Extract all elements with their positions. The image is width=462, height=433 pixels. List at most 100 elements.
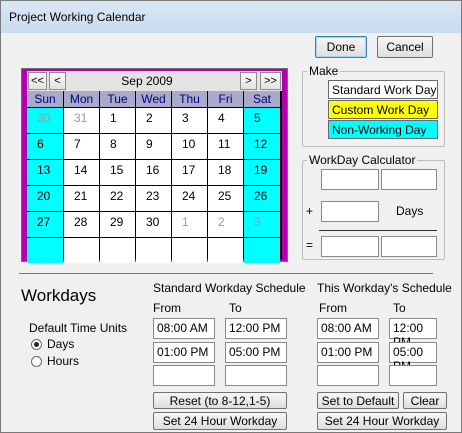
- calendar-day[interactable]: 21: [64, 186, 99, 211]
- standard-schedule-title: Standard Workday Schedule: [153, 281, 306, 295]
- standard-to-3[interactable]: [225, 365, 287, 386]
- calendar-empty-cell[interactable]: [136, 238, 171, 263]
- calendar-empty-cell[interactable]: [100, 238, 135, 263]
- calendar-day[interactable]: 18: [208, 160, 243, 185]
- calendar-day[interactable]: 9: [136, 134, 171, 159]
- calendar-empty-cell[interactable]: [172, 238, 207, 263]
- section-divider: [19, 273, 433, 274]
- calendar-day[interactable]: 2: [136, 108, 171, 133]
- this-from-1[interactable]: 08:00 AM: [317, 318, 379, 339]
- calendar-empty-cell[interactable]: [27, 238, 63, 263]
- calendar-day[interactable]: 4: [208, 108, 243, 133]
- standard-to-2[interactable]: 05:00 PM: [225, 342, 287, 363]
- calendar-grid: Sun Mon Tue Wed Thu Fri Sat 30 31 1 2 3 4 5 6 7 8 9 10 11 12…: [27, 91, 282, 263]
- days-radio[interactable]: [31, 339, 42, 350]
- default-time-units-label: Default Time Units: [29, 321, 128, 335]
- calendar-day[interactable]: 17: [172, 160, 207, 185]
- calendar-day[interactable]: 16: [136, 160, 171, 185]
- weekday-header: Mon: [64, 91, 99, 107]
- calendar-day[interactable]: 6: [27, 134, 63, 159]
- standard-set-24-hour-button[interactable]: Set 24 Hour Workday: [153, 412, 287, 430]
- window-title: Project Working Calendar: [9, 10, 146, 24]
- calendar-day[interactable]: 1: [100, 108, 135, 133]
- this-from-2[interactable]: 01:00 PM: [317, 342, 379, 363]
- first-month-button[interactable]: <<: [28, 72, 47, 90]
- this-to-1[interactable]: 12:00 PM: [389, 318, 437, 349]
- calc-start-time-field[interactable]: [381, 169, 437, 190]
- done-button[interactable]: Done: [315, 36, 367, 58]
- calendar-day[interactable]: 3: [244, 212, 280, 237]
- calendar-day[interactable]: 27: [27, 212, 63, 237]
- calendar-day[interactable]: 15: [100, 160, 135, 185]
- non-working-day-button[interactable]: Non-Working Day: [328, 120, 438, 139]
- standard-from-3[interactable]: [153, 365, 215, 386]
- calendar-day[interactable]: 7: [64, 134, 99, 159]
- weekday-header: Sat: [244, 91, 280, 107]
- make-group-label: Make: [307, 64, 341, 78]
- calendar-day[interactable]: 22: [100, 186, 135, 211]
- calendar-day[interactable]: 10: [172, 134, 207, 159]
- clear-button[interactable]: Clear: [403, 392, 447, 409]
- calendar-day[interactable]: 23: [136, 186, 171, 211]
- calendar-day[interactable]: 26: [244, 186, 280, 211]
- this-from-label: From: [319, 301, 347, 315]
- calendar-day[interactable]: 12: [244, 134, 280, 159]
- weekday-header: Wed: [136, 91, 171, 107]
- next-month-button[interactable]: >: [240, 72, 257, 90]
- days-radio-label: Days: [47, 337, 75, 351]
- calendar-day[interactable]: 1: [172, 212, 207, 237]
- calendar-day[interactable]: 14: [64, 160, 99, 185]
- this-to-3[interactable]: [389, 365, 437, 386]
- weekday-header: Thu: [172, 91, 207, 107]
- this-to-label: To: [393, 301, 406, 315]
- hours-radio-label: Hours: [47, 354, 80, 368]
- prev-month-button[interactable]: <: [49, 72, 66, 90]
- standard-work-day-button[interactable]: Standard Work Day: [328, 80, 438, 99]
- calendar-day[interactable]: 13: [27, 160, 63, 185]
- calendar-day[interactable]: 30: [27, 108, 63, 133]
- set-to-default-button[interactable]: Set to Default: [317, 392, 399, 409]
- calendar-day[interactable]: 5: [244, 108, 280, 133]
- standard-from-2[interactable]: 01:00 PM: [153, 342, 215, 363]
- reset-schedule-button[interactable]: Reset (to 8-12,1-5): [153, 392, 287, 409]
- standard-from-label: From: [153, 301, 181, 315]
- this-set-24-hour-button[interactable]: Set 24 Hour Workday: [317, 412, 447, 430]
- calendar-empty-cell[interactable]: [64, 238, 99, 263]
- title-bar: Project Working Calendar: [1, 1, 461, 33]
- calendar-day[interactable]: 30: [136, 212, 171, 237]
- month-label: Sep 2009: [121, 74, 173, 88]
- cancel-button[interactable]: Cancel: [377, 36, 433, 58]
- calendar-day[interactable]: 3: [172, 108, 207, 133]
- calendar-day[interactable]: 24: [172, 186, 207, 211]
- last-month-button[interactable]: >>: [260, 72, 281, 90]
- calendar-day[interactable]: 28: [64, 212, 99, 237]
- calendar-day[interactable]: 2: [208, 212, 243, 237]
- standard-from-1[interactable]: 08:00 AM: [153, 318, 215, 339]
- calc-result-time-field: [381, 236, 437, 257]
- workday-calculator-label: WorkDay Calculator: [307, 153, 418, 167]
- calendar-day[interactable]: 20: [27, 186, 63, 211]
- calendar-day[interactable]: 19: [244, 160, 280, 185]
- standard-to-label: To: [229, 301, 242, 315]
- calendar-day[interactable]: 25: [208, 186, 243, 211]
- this-schedule-title: This Workday's Schedule: [317, 281, 452, 295]
- this-from-3[interactable]: [317, 365, 379, 386]
- calendar-day[interactable]: 11: [208, 134, 243, 159]
- hours-radio[interactable]: [31, 356, 42, 367]
- calc-start-date-field[interactable]: [321, 169, 379, 190]
- calc-days-field[interactable]: [321, 201, 379, 222]
- weekday-header: Sun: [27, 91, 63, 107]
- calc-result-date-field: [321, 236, 379, 257]
- calendar-day[interactable]: 8: [100, 134, 135, 159]
- calendar-day[interactable]: 31: [64, 108, 99, 133]
- custom-work-day-button[interactable]: Custom Work Day: [328, 100, 438, 119]
- weekday-header: Tue: [100, 91, 135, 107]
- weekday-header: Fri: [208, 91, 243, 107]
- this-to-2[interactable]: 05:00 PM: [389, 342, 437, 373]
- calendar-day[interactable]: 29: [100, 212, 135, 237]
- calendar-empty-cell[interactable]: [208, 238, 243, 263]
- workdays-heading: Workdays: [21, 286, 97, 305]
- standard-to-1[interactable]: 12:00 PM: [225, 318, 287, 339]
- calendar-empty-cell[interactable]: [244, 238, 280, 263]
- dialog-window: Project Working Calendar Done Cancel << …: [0, 0, 462, 433]
